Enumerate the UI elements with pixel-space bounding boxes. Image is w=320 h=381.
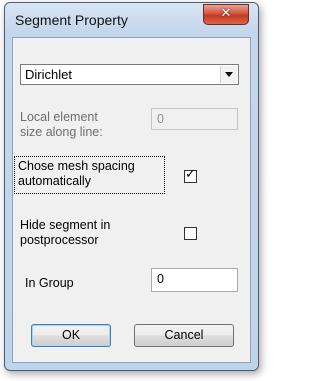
chevron-down-icon[interactable]	[220, 66, 237, 83]
in-group-field[interactable]: 0	[151, 268, 238, 292]
cancel-button[interactable]: Cancel	[134, 324, 234, 347]
hide-segment-checkbox[interactable]	[184, 227, 197, 240]
checkmark-icon: ✓	[185, 167, 196, 182]
boundary-type-value: Dirichlet	[25, 67, 72, 82]
boundary-type-dropdown[interactable]: Dirichlet	[20, 64, 239, 85]
dialog-title: Segment Property	[15, 12, 128, 28]
auto-mesh-spacing-label[interactable]: Chose mesh spacing automatically	[18, 159, 135, 189]
close-icon: ✕	[220, 6, 232, 21]
local-element-size-label: Local element size along line:	[20, 110, 103, 139]
dialog-body: Dirichlet Local element size along line:…	[12, 37, 251, 363]
auto-mesh-spacing-checkbox[interactable]: ✓	[184, 167, 197, 183]
hide-segment-label[interactable]: Hide segment in postprocessor	[20, 218, 110, 248]
close-button[interactable]: ✕	[203, 4, 249, 25]
in-group-label: In Group	[25, 276, 74, 290]
segment-property-dialog: Segment Property ✕ Dirichlet Local eleme…	[4, 2, 259, 371]
ok-button[interactable]: OK	[31, 324, 111, 347]
local-element-size-field[interactable]: 0	[151, 108, 238, 130]
